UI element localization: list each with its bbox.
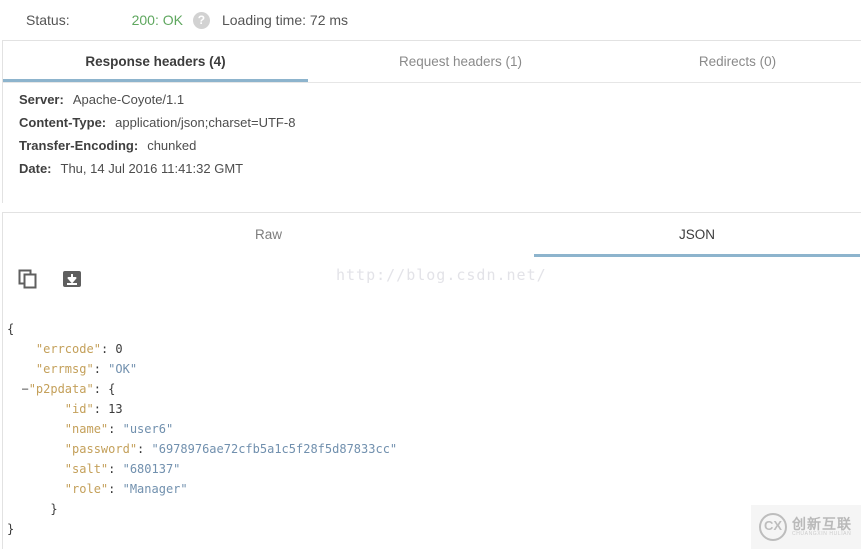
table-row: Transfer-Encoding: chunked <box>19 138 861 161</box>
question-mark-icon[interactable]: ? <box>192 11 210 29</box>
table-row: Server: Apache-Coyote/1.1 <box>19 92 861 115</box>
json-value: "OK" <box>108 362 138 376</box>
status-label: Status: <box>26 12 70 28</box>
json-line: "id": 13 <box>7 399 861 419</box>
json-value: "user6" <box>122 422 174 436</box>
json-key: "errmsg" <box>35 362 94 376</box>
json-open-brace: { <box>7 322 15 336</box>
json-close-brace: } <box>7 522 15 536</box>
json-key: "role" <box>64 482 109 496</box>
json-key: "password" <box>64 442 138 456</box>
watermark-url: http://blog.csdn.net/ <box>336 266 547 284</box>
header-value: Apache-Coyote/1.1 <box>72 92 185 107</box>
json-separator: : <box>100 342 116 356</box>
json-separator: : <box>137 442 152 456</box>
json-line: "errcode": 0 <box>7 339 861 359</box>
json-separator: : <box>93 362 109 376</box>
json-separator: : <box>93 402 109 416</box>
json-value: "680137" <box>122 462 181 476</box>
json-line: } <box>7 499 861 519</box>
tab-request-headers[interactable]: Request headers (1) <box>308 41 613 82</box>
copy-button[interactable] <box>15 266 41 292</box>
status-code: 200: OK <box>131 12 183 28</box>
json-key: "name" <box>64 422 109 436</box>
json-key: "id" <box>64 402 94 416</box>
json-viewer: { "errcode": 0 "errmsg": "OK" −"p2pdata"… <box>3 301 861 539</box>
download-icon <box>63 271 81 287</box>
json-value: "Manager" <box>122 482 188 496</box>
header-value: Thu, 14 Jul 2016 11:41:32 GMT <box>60 161 244 176</box>
copy-icon <box>18 269 37 289</box>
header-value: application/json;charset=UTF-8 <box>115 115 296 130</box>
json-key: "salt" <box>64 462 109 476</box>
json-value: 13 <box>108 402 123 416</box>
json-value: "6978976ae72cfb5a1c5f28f5d87833cc" <box>151 442 398 456</box>
json-value: } <box>50 502 58 516</box>
json-line: { <box>7 319 861 339</box>
tab-raw[interactable]: Raw <box>3 213 534 257</box>
json-line: "salt": "680137" <box>7 459 861 479</box>
response-body-panel: Raw JSON http://blog.csdn.net/ { "errcod… <box>2 212 861 549</box>
json-line: "password": "6978976ae72cfb5a1c5f28f5d87… <box>7 439 861 459</box>
logo-text-group: 创新互联 CHUANGXIN HULIAN <box>792 515 852 538</box>
json-separator: : <box>108 462 123 476</box>
active-tab-indicator <box>3 79 308 82</box>
header-key: Date: <box>19 161 52 176</box>
header-key: Server: <box>19 92 64 107</box>
json-value: 0 <box>115 342 123 356</box>
json-line: } <box>7 519 861 539</box>
json-key: "p2pdata" <box>28 382 94 396</box>
logo-mark-icon: CX <box>759 513 787 541</box>
site-logo-watermark: CX 创新互联 CHUANGXIN HULIAN <box>751 505 861 549</box>
response-header-list: Server: Apache-Coyote/1.1 Content-Type: … <box>3 83 861 184</box>
header-key: Transfer-Encoding: <box>19 138 139 153</box>
header-key: Content-Type: <box>19 115 107 130</box>
json-line: "name": "user6" <box>7 419 861 439</box>
tab-response-headers[interactable]: Response headers (4) <box>3 41 308 82</box>
response-headers-panel: Response headers (4) Request headers (1)… <box>2 40 861 203</box>
body-tabs: Raw JSON <box>3 213 861 257</box>
json-line: "role": "Manager" <box>7 479 861 499</box>
logo-latin-name: CHUANGXIN HULIAN <box>792 530 852 537</box>
loading-time-label: Loading time: 72 ms <box>221 12 349 28</box>
header-value: chunked <box>147 138 197 153</box>
body-toolbar: http://blog.csdn.net/ <box>3 257 861 301</box>
table-row: Date: Thu, 14 Jul 2016 11:41:32 GMT <box>19 161 861 184</box>
json-separator: : <box>93 382 109 396</box>
panel-divider <box>0 203 861 212</box>
json-value: { <box>108 382 116 396</box>
json-line: "errmsg": "OK" <box>7 359 861 379</box>
logo-chinese-name: 创新互联 <box>792 515 852 532</box>
table-row: Content-Type: application/json;charset=U… <box>19 115 861 138</box>
json-line: −"p2pdata": { <box>7 379 861 399</box>
download-button[interactable] <box>59 266 85 292</box>
json-separator: : <box>108 422 123 436</box>
status-bar: Status: 200: OK ? Loading time: 72 ms <box>0 0 861 40</box>
json-separator: : <box>108 482 123 496</box>
json-key: "errcode" <box>35 342 101 356</box>
header-tabs: Response headers (4) Request headers (1)… <box>3 41 861 82</box>
tab-redirects[interactable]: Redirects (0) <box>613 41 861 82</box>
json-collapse-toggle[interactable]: − <box>21 382 28 396</box>
tab-json[interactable]: JSON <box>534 213 860 257</box>
